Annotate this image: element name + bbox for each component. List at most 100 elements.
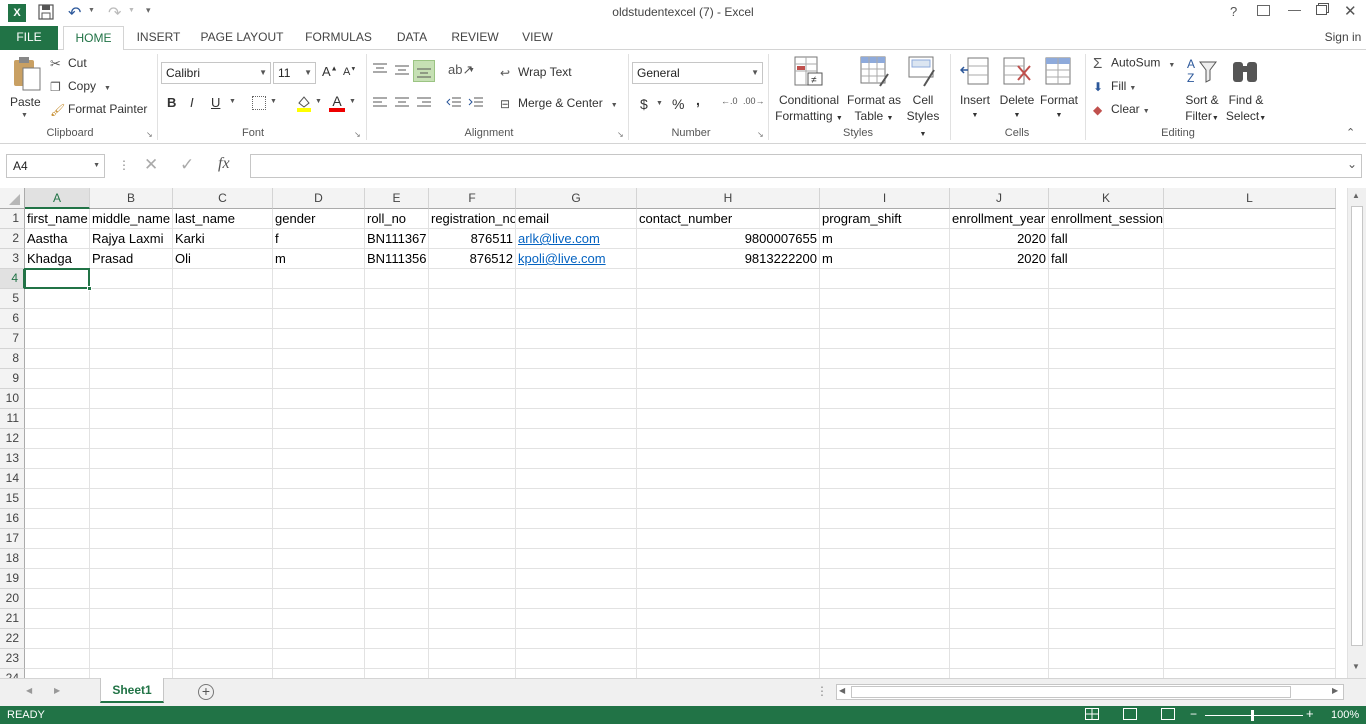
cell-H18[interactable] <box>637 549 820 569</box>
cell-A15[interactable] <box>25 489 90 509</box>
cell-J19[interactable] <box>950 569 1049 589</box>
cell-H24[interactable] <box>637 669 820 678</box>
cell-D10[interactable] <box>273 389 365 409</box>
cell-I14[interactable] <box>820 469 950 489</box>
cell-B5[interactable] <box>90 289 173 309</box>
cell-D6[interactable] <box>273 309 365 329</box>
cell-F22[interactable] <box>429 629 516 649</box>
cell-C14[interactable] <box>173 469 273 489</box>
font-color-dropdown-icon[interactable]: ▼ <box>349 98 356 105</box>
insert-cells-button[interactable]: Insert ▼ <box>955 54 995 124</box>
cell-K3[interactable]: fall <box>1049 249 1164 269</box>
cell-B13[interactable] <box>90 449 173 469</box>
cell-H6[interactable] <box>637 309 820 329</box>
cell-G2[interactable]: arlk@live.com <box>516 229 637 249</box>
cell-D17[interactable] <box>273 529 365 549</box>
cell-I3[interactable]: m <box>820 249 950 269</box>
name-box[interactable]: A4 ▼ <box>6 154 105 178</box>
cell-B12[interactable] <box>90 429 173 449</box>
cell-B6[interactable] <box>90 309 173 329</box>
cell-L10[interactable] <box>1164 389 1336 409</box>
cell-C11[interactable] <box>173 409 273 429</box>
cell-K22[interactable] <box>1049 629 1164 649</box>
delete-cells-button[interactable]: Delete ▼ <box>997 54 1037 124</box>
font-size-select[interactable]: 11 ▼ <box>273 62 316 84</box>
column-header-K[interactable]: K <box>1049 188 1164 209</box>
zoom-out-icon[interactable]: − <box>1190 707 1197 721</box>
cell-I4[interactable] <box>820 269 950 289</box>
cell-J7[interactable] <box>950 329 1049 349</box>
cell-K23[interactable] <box>1049 649 1164 669</box>
cell-A17[interactable] <box>25 529 90 549</box>
cell-J5[interactable] <box>950 289 1049 309</box>
column-header-I[interactable]: I <box>820 188 950 209</box>
cell-H14[interactable] <box>637 469 820 489</box>
cell-I7[interactable] <box>820 329 950 349</box>
next-sheet-icon[interactable]: ▶ <box>54 686 60 695</box>
cell-D2[interactable]: f <box>273 229 365 249</box>
cell-G17[interactable] <box>516 529 637 549</box>
tab-review[interactable]: REVIEW <box>447 26 503 50</box>
cell-I1[interactable]: program_shift <box>820 209 950 229</box>
cell-K19[interactable] <box>1049 569 1164 589</box>
sign-in-link[interactable]: Sign in <box>1320 26 1366 50</box>
tab-view[interactable]: VIEW <box>516 26 559 50</box>
row-header-10[interactable]: 10 <box>0 389 25 409</box>
clear-button[interactable]: ◆ Clear ▼ <box>1093 102 1150 117</box>
cell-I11[interactable] <box>820 409 950 429</box>
cell-K2[interactable]: fall <box>1049 229 1164 249</box>
cell-I9[interactable] <box>820 369 950 389</box>
clipboard-launcher-icon[interactable]: ↘ <box>146 130 153 139</box>
row-header-20[interactable]: 20 <box>0 589 25 609</box>
cell-B7[interactable] <box>90 329 173 349</box>
cell-A8[interactable] <box>25 349 90 369</box>
align-middle-icon[interactable] <box>394 62 410 79</box>
cell-G24[interactable] <box>516 669 637 678</box>
cell-F15[interactable] <box>429 489 516 509</box>
cell-G3[interactable]: kpoli@live.com <box>516 249 637 269</box>
cell-G7[interactable] <box>516 329 637 349</box>
cell-F21[interactable] <box>429 609 516 629</box>
cell-G12[interactable] <box>516 429 637 449</box>
cell-D11[interactable] <box>273 409 365 429</box>
vertical-scroll-thumb[interactable] <box>1351 206 1363 646</box>
cell-I13[interactable] <box>820 449 950 469</box>
row-header-24[interactable]: 24 <box>0 669 25 678</box>
cell-K8[interactable] <box>1049 349 1164 369</box>
cell-H22[interactable] <box>637 629 820 649</box>
sheet-tab-sheet1[interactable]: Sheet1 <box>100 678 164 703</box>
paste-button[interactable]: Paste ▼ <box>6 54 44 124</box>
cell-F8[interactable] <box>429 349 516 369</box>
row-header-11[interactable]: 11 <box>0 409 25 429</box>
cell-B11[interactable] <box>90 409 173 429</box>
cell-L12[interactable] <box>1164 429 1336 449</box>
select-all-corner[interactable] <box>0 188 25 209</box>
align-top-icon[interactable] <box>372 62 388 79</box>
cell-L2[interactable] <box>1164 229 1336 249</box>
cell-C12[interactable] <box>173 429 273 449</box>
cell-J12[interactable] <box>950 429 1049 449</box>
cell-G16[interactable] <box>516 509 637 529</box>
cell-A20[interactable] <box>25 589 90 609</box>
decrease-indent-icon[interactable] <box>446 96 462 113</box>
cell-B20[interactable] <box>90 589 173 609</box>
cell-J8[interactable] <box>950 349 1049 369</box>
cell-H1[interactable]: contact_number <box>637 209 820 229</box>
row-header-18[interactable]: 18 <box>0 549 25 569</box>
cell-L11[interactable] <box>1164 409 1336 429</box>
cell-F16[interactable] <box>429 509 516 529</box>
cell-L17[interactable] <box>1164 529 1336 549</box>
cell-G23[interactable] <box>516 649 637 669</box>
cut-button[interactable]: ✂ Cut <box>50 56 87 72</box>
cell-H2[interactable]: 9800007655 <box>637 229 820 249</box>
close-icon[interactable]: ✕ <box>1344 2 1357 20</box>
cell-D8[interactable] <box>273 349 365 369</box>
cell-J17[interactable] <box>950 529 1049 549</box>
cell-D15[interactable] <box>273 489 365 509</box>
scroll-down-icon[interactable]: ▼ <box>1352 662 1360 671</box>
cell-D18[interactable] <box>273 549 365 569</box>
insert-function-button[interactable]: fx <box>218 155 230 173</box>
page-layout-view-icon[interactable] <box>1123 708 1137 720</box>
row-header-14[interactable]: 14 <box>0 469 25 489</box>
cell-C23[interactable] <box>173 649 273 669</box>
